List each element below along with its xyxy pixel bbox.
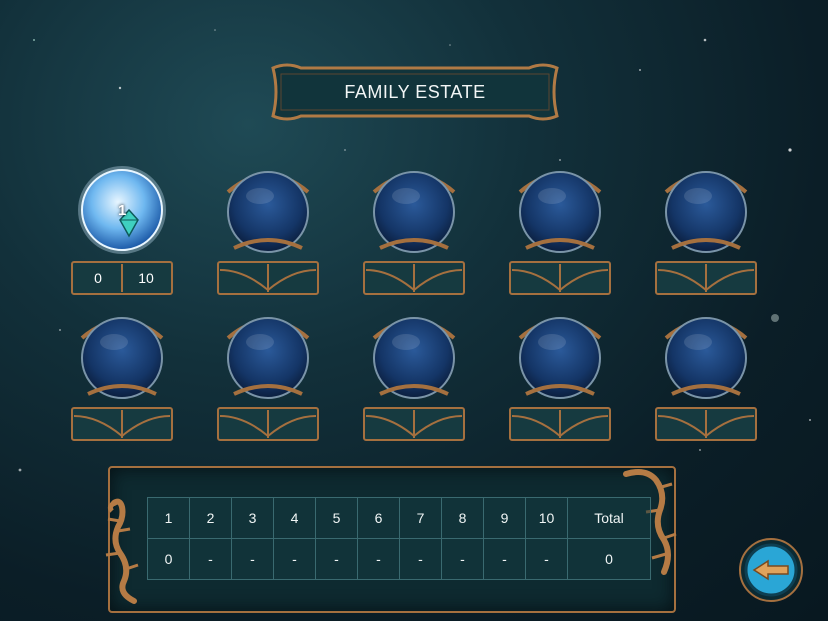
orb-pedestal: 0 10 <box>70 260 174 296</box>
score-value-cell: - <box>189 538 232 580</box>
title-banner: FAMILY ESTATE <box>267 62 563 122</box>
score-table: 1 2 3 4 5 6 7 8 9 10 Total 0---------0 <box>147 497 651 580</box>
orb-pedestal <box>70 406 174 442</box>
score-value-cell: 0 <box>567 538 651 580</box>
score-header-cell: 3 <box>231 497 274 539</box>
empty-orb <box>370 308 458 408</box>
orb-pedestal <box>362 406 466 442</box>
score-header-cell: 7 <box>399 497 442 539</box>
empty-orb <box>370 162 458 262</box>
orb-slot[interactable] <box>216 308 320 448</box>
orb-slot[interactable] <box>508 308 612 448</box>
score-value-row: 0---------0 <box>147 538 651 580</box>
orb-pedestal <box>216 260 320 296</box>
score-header-cell: 1 <box>147 497 190 539</box>
score-value-cell: - <box>483 538 526 580</box>
lizard-ornament-left <box>105 498 139 604</box>
orb-left-value: 0 <box>94 270 102 286</box>
score-value-cell: - <box>525 538 568 580</box>
orb-slot[interactable] <box>508 162 612 302</box>
orb-pedestal <box>362 260 466 296</box>
orb-slot[interactable] <box>362 308 466 448</box>
active-orb: 1 <box>78 162 166 262</box>
orb-pedestal <box>216 406 320 442</box>
score-header-cell: 8 <box>441 497 484 539</box>
score-header-cell: 9 <box>483 497 526 539</box>
orb-slot[interactable] <box>216 162 320 302</box>
empty-orb <box>662 308 750 408</box>
page-title: FAMILY ESTATE <box>344 82 486 102</box>
orb-right-value: 10 <box>138 270 154 286</box>
orb-slot[interactable] <box>654 308 758 448</box>
score-header-cell: 5 <box>315 497 358 539</box>
score-value-cell: - <box>231 538 274 580</box>
score-value-cell: - <box>273 538 316 580</box>
orb-pedestal <box>654 260 758 296</box>
score-value-cell: - <box>441 538 484 580</box>
score-value-cell: 0 <box>147 538 190 580</box>
back-button[interactable] <box>738 537 804 603</box>
orb-pedestal <box>508 406 612 442</box>
orb-pedestal <box>508 260 612 296</box>
score-header-cell: 10 <box>525 497 568 539</box>
orb-count: 1 <box>118 202 127 219</box>
score-value-cell: - <box>357 538 400 580</box>
empty-orb <box>662 162 750 262</box>
empty-orb <box>78 308 166 408</box>
score-value-cell: - <box>399 538 442 580</box>
empty-orb <box>516 308 604 408</box>
score-value-cell: - <box>315 538 358 580</box>
empty-orb <box>224 308 312 408</box>
empty-orb <box>224 162 312 262</box>
score-header-cell: 2 <box>189 497 232 539</box>
orb-slot[interactable] <box>654 162 758 302</box>
orb-pedestal <box>654 406 758 442</box>
score-header-cell: 6 <box>357 497 400 539</box>
score-header-cell: 4 <box>273 497 316 539</box>
score-header-row: 1 2 3 4 5 6 7 8 9 10 Total <box>147 497 651 539</box>
orb-slot[interactable]: 1 0 10 <box>70 162 174 302</box>
score-header-cell: Total <box>567 497 651 539</box>
orb-slot[interactable] <box>362 162 466 302</box>
orb-slot[interactable] <box>70 308 174 448</box>
empty-orb <box>516 162 604 262</box>
